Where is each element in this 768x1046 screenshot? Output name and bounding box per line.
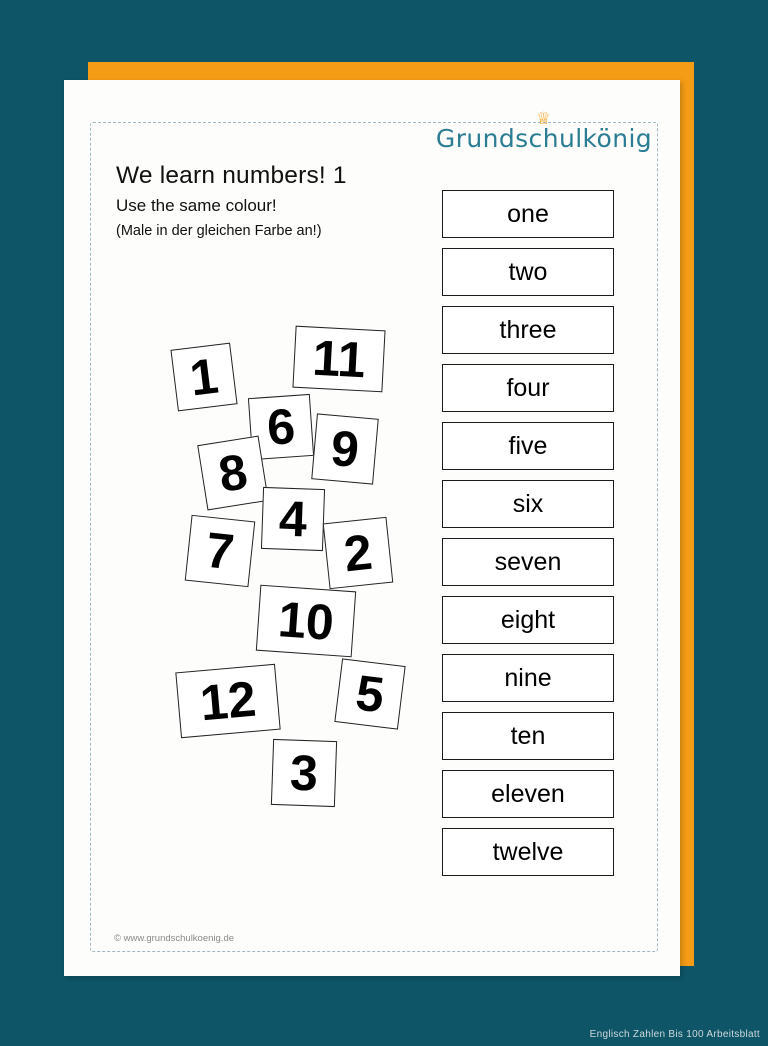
number-card[interactable]: 3 — [270, 738, 338, 808]
brand-name: Grundschulkönig — [435, 124, 653, 153]
number-card[interactable]: 2 — [322, 516, 394, 590]
word-box[interactable]: ten — [442, 712, 614, 760]
word-box[interactable]: five — [442, 422, 614, 470]
number-card[interactable]: 5 — [334, 658, 406, 730]
word-box[interactable]: eleven — [442, 770, 614, 818]
word-box[interactable]: six — [442, 480, 614, 528]
brand-logo: ♕ Grundschulkönig — [434, 109, 654, 154]
word-box[interactable]: one — [442, 190, 614, 238]
number-card[interactable]: 10 — [255, 584, 357, 658]
page-title: We learn numbers! 1 — [116, 162, 347, 189]
number-card[interactable]: 4 — [260, 486, 326, 552]
word-box[interactable]: three — [442, 306, 614, 354]
word-boxes-column: one two three four five six seven eight nine ten e… — [442, 190, 614, 886]
number-card[interactable]: 1 — [170, 342, 238, 412]
number-card[interactable]: 8 — [197, 435, 269, 511]
word-box[interactable]: twelve — [442, 828, 614, 876]
word-box[interactable]: two — [442, 248, 614, 296]
number-card[interactable]: 7 — [184, 514, 256, 588]
worksheet-background: ♕ Grundschulkönig We learn numbers! 1 Us… — [0, 0, 768, 1046]
number-card[interactable]: 12 — [175, 663, 281, 739]
copyright-text: © www.grundschulkoenig.de — [114, 933, 235, 944]
word-box[interactable]: seven — [442, 538, 614, 586]
number-card[interactable]: 11 — [292, 325, 386, 393]
word-box[interactable]: eight — [442, 596, 614, 644]
instruction-en: Use the same colour! — [116, 196, 277, 215]
word-box[interactable]: nine — [442, 654, 614, 702]
worksheet-paper: ♕ Grundschulkönig We learn numbers! 1 Us… — [64, 80, 680, 976]
instruction-de: (Male in der gleichen Farbe an!) — [116, 223, 322, 239]
heading-block: We learn numbers! 1 Use the same colour!… — [116, 162, 446, 239]
crown-icon: ♕ — [535, 109, 553, 129]
number-cards-area: 1 11 6 9 8 4 7 2 10 12 5 3 — [110, 270, 440, 830]
watermark-text: Englisch Zahlen Bis 100 Arbeitsblatt — [589, 1029, 760, 1040]
number-card[interactable]: 9 — [311, 413, 379, 485]
word-box[interactable]: four — [442, 364, 614, 412]
